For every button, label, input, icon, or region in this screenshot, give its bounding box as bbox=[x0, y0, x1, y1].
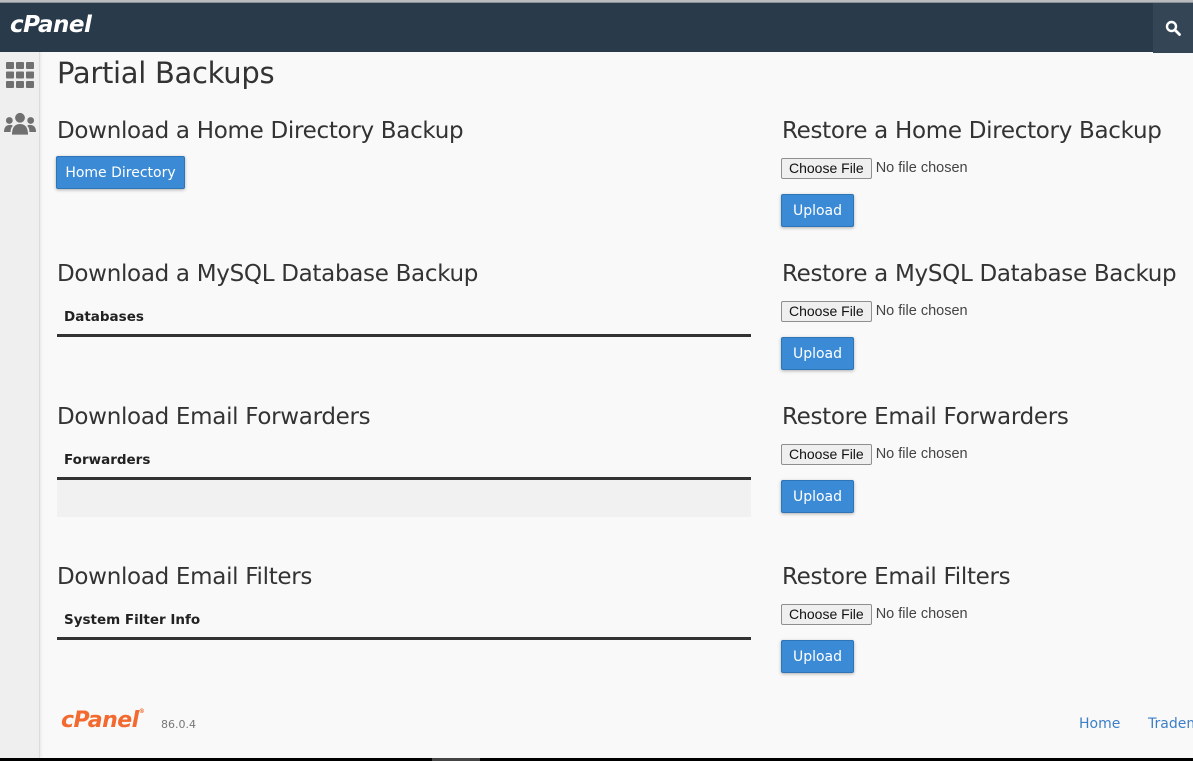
forwarders-table-header: Forwarders bbox=[57, 447, 751, 480]
restore-home-title: Restore a Home Directory Backup bbox=[782, 118, 1162, 144]
forwarders-column-header[interactable]: Forwarders bbox=[57, 447, 751, 477]
version-number: 86.0.4 bbox=[161, 718, 196, 731]
restore-mysql-file-input[interactable]: Choose File No file chosen bbox=[781, 300, 968, 322]
sidebar-item-tools[interactable] bbox=[4, 59, 36, 91]
choose-file-button[interactable]: Choose File bbox=[781, 443, 872, 465]
databases-table-header: Databases bbox=[57, 304, 751, 337]
restore-forwarders-upload-button[interactable]: Upload bbox=[781, 480, 854, 513]
download-forwarders-title: Download Email Forwarders bbox=[57, 404, 371, 430]
choose-file-button[interactable]: Choose File bbox=[781, 300, 872, 322]
trademark-symbol: ® bbox=[138, 708, 145, 715]
restore-mysql-title: Restore a MySQL Database Backup bbox=[782, 261, 1177, 287]
footer-link-trademarks[interactable]: Trademarks bbox=[1148, 716, 1193, 732]
search-button[interactable] bbox=[1153, 3, 1193, 53]
restore-mysql-upload-button[interactable]: Upload bbox=[781, 337, 854, 370]
restore-filters-upload-button[interactable]: Upload bbox=[781, 640, 854, 673]
system-filter-info-column-header[interactable]: System Filter Info bbox=[57, 607, 751, 637]
restore-filters-file-input[interactable]: Choose File No file chosen bbox=[781, 603, 968, 625]
grid-icon bbox=[6, 62, 34, 88]
download-home-title: Download a Home Directory Backup bbox=[57, 118, 464, 144]
cpanel-logo[interactable]: cPanel bbox=[10, 12, 92, 38]
search-icon bbox=[1165, 20, 1181, 36]
download-filters-title: Download Email Filters bbox=[57, 564, 313, 590]
restore-home-upload-button[interactable]: Upload bbox=[781, 194, 854, 227]
choose-file-button[interactable]: Choose File bbox=[781, 157, 872, 179]
users-icon bbox=[4, 112, 36, 135]
no-file-text: No file chosen bbox=[875, 606, 968, 622]
page-viewport: cPanel Partial Backups Download a Home D… bbox=[0, 0, 1193, 758]
restore-filters-title: Restore Email Filters bbox=[782, 564, 1011, 590]
footer-logo-text: cPanel bbox=[61, 708, 139, 733]
main-content: Partial Backups Download a Home Director… bbox=[56, 52, 1193, 758]
restore-forwarders-file-input[interactable]: Choose File No file chosen bbox=[781, 443, 968, 465]
download-mysql-title: Download a MySQL Database Backup bbox=[57, 261, 479, 287]
sidebar-item-users[interactable] bbox=[4, 108, 36, 140]
choose-file-button[interactable]: Choose File bbox=[781, 603, 872, 625]
sidebar bbox=[0, 52, 40, 758]
page-title: Partial Backups bbox=[57, 56, 275, 90]
filters-table-header: System Filter Info bbox=[57, 607, 751, 640]
no-file-text: No file chosen bbox=[875, 446, 968, 462]
databases-column-header[interactable]: Databases bbox=[57, 304, 751, 334]
restore-home-file-input[interactable]: Choose File No file chosen bbox=[781, 157, 968, 179]
home-directory-button[interactable]: Home Directory bbox=[56, 156, 185, 189]
top-navbar: cPanel bbox=[0, 2, 1193, 53]
footer-link-home[interactable]: Home bbox=[1079, 716, 1120, 732]
forwarders-empty-row bbox=[57, 480, 751, 517]
restore-forwarders-title: Restore Email Forwarders bbox=[782, 404, 1069, 430]
no-file-text: No file chosen bbox=[875, 160, 968, 176]
no-file-text: No file chosen bbox=[875, 303, 968, 319]
footer-cpanel-logo: cPanel® bbox=[61, 708, 145, 733]
